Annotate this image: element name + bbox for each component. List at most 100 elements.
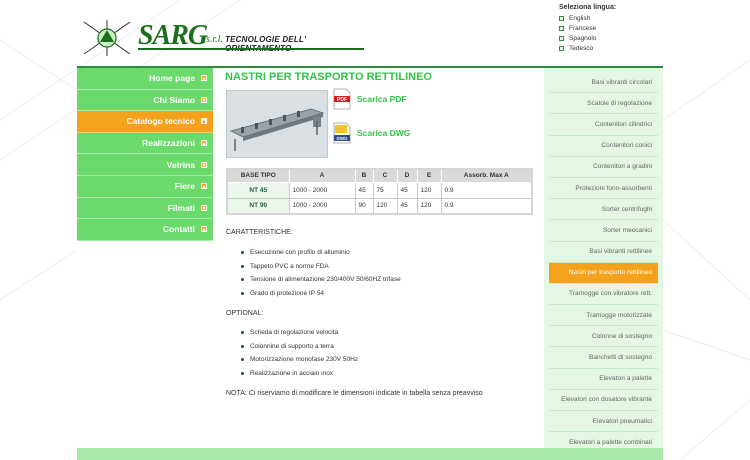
language-spanish[interactable]: Spagnolo [559, 33, 663, 43]
column-header: Assorb. Max A [440, 168, 533, 183]
sidebar-item-elevatori-pneumatici[interactable]: Elevatori pneumatici [549, 411, 658, 433]
download-pdf-label: Scarica PDF [357, 94, 407, 104]
sidebar-item-banchetti-di-sostegno[interactable]: Banchetti di sostegno [549, 347, 658, 369]
list-item: Tensione di alimentazione 230/400V 50/60… [241, 273, 401, 287]
page-title: NASTRI PER TRASPORTO RETTILINEO [225, 71, 432, 83]
nav-item-fiere[interactable]: Fiere [77, 175, 213, 198]
nav-label: Contatti [162, 224, 195, 235]
features-label: CARATTERISTICHE: [226, 229, 293, 236]
language-title: Seleziona lingua: [559, 4, 617, 11]
arrow-right-icon [201, 226, 207, 233]
download-pdf-link[interactable]: PDF Scarica PDF [333, 88, 407, 110]
site-header: SARG s.r.l. TECNOLOGIE DELL' ORIENTAMENT… [77, 0, 663, 66]
table-cell: 0.9 [440, 181, 533, 199]
list-item: Grado di protezione IP 54 [241, 287, 401, 301]
sidebar-item-contenitori-conici[interactable]: Contenitori conici [549, 136, 658, 157]
features-list: Esecuzione con profilo di alluminio Tapp… [241, 246, 401, 300]
svg-text:DWG: DWG [337, 136, 348, 141]
table-cell: 45 [354, 181, 374, 199]
arrow-right-icon [201, 140, 207, 147]
product-image [226, 90, 328, 158]
table-cell: NT 45 [226, 181, 290, 199]
nav-label: Catalogo tecnico [126, 116, 195, 127]
specifications-table: BASE TIPO A B C D E Assorb. Max A NT 45 … [226, 168, 533, 215]
sidebar-item-elevatori-con-dosatore[interactable]: Elevatori con dosatore vibrante [549, 390, 658, 411]
bullet-icon [559, 15, 564, 21]
arrow-right-icon [201, 118, 207, 125]
table-cell: 45 [396, 181, 418, 199]
nav-label: Vetrina [166, 159, 195, 170]
company-logo[interactable]: SARG s.r.l. TECNOLOGIE DELL' ORIENTAMENT… [82, 18, 372, 58]
nav-label: Fiere [174, 181, 195, 192]
brand-suffix: s.r.l. [206, 34, 223, 45]
table-cell: 75 [372, 181, 398, 199]
nav-item-filmati[interactable]: Filmati [77, 197, 213, 220]
nav-item-realizzazioni[interactable]: Realizzazioni [77, 132, 213, 155]
table-row: NT 45 1000 - 2000 45 75 45 120 0.9 [226, 181, 533, 199]
sidebar-item-colonne-di-sostegno[interactable]: Colonne di sostegno [549, 326, 658, 348]
nav-item-contatti[interactable]: Contatti [77, 219, 213, 241]
download-dwg-label: Scarica DWG [357, 128, 411, 138]
sidebar-item-sorter-meccanici[interactable]: Sorter meccanici [549, 220, 658, 242]
catalog-sidebar: Basi vibranti circolari Scatole di regol… [544, 68, 663, 454]
column-header: E [416, 168, 442, 183]
sidebar-item-tramogge-con-vibratore[interactable]: Tramogge con vibratore rett. [549, 284, 658, 306]
language-french[interactable]: Francese [559, 23, 663, 33]
main-navigation: Home page Chi Siamo Catalogo tecnico Rea… [77, 68, 213, 241]
bullet-icon [559, 35, 564, 41]
list-item: Tappeto PVC a norme FDA [241, 260, 401, 274]
table-cell: NT 90 [226, 197, 290, 215]
nav-item-chi-siamo[interactable]: Chi Siamo [77, 89, 213, 112]
arrow-right-icon [201, 161, 207, 168]
table-cell: 120 [416, 197, 442, 215]
arrow-right-icon [201, 96, 207, 103]
language-label: Francese [569, 24, 597, 32]
sidebar-item-tramogge-motorizzate[interactable]: Tramogge motorizzate [549, 305, 658, 327]
optional-label: OPTIONAL: [226, 310, 264, 317]
sidebar-item-protezioni-fono-assorbenti[interactable]: Protezioni fono-assorbenti [549, 178, 658, 200]
sidebar-item-basi-vibranti-rettilinee[interactable]: Basi vibranti rettilinee [549, 242, 658, 263]
table-cell: 120 [372, 197, 398, 215]
arrow-right-icon [201, 75, 207, 82]
download-dwg-link[interactable]: DWG Scarica DWG [333, 122, 410, 144]
bullet-icon [559, 45, 564, 51]
column-header: BASE TIPO [226, 168, 290, 183]
table-cell: 1000 - 2000 [288, 197, 356, 215]
column-header: D [396, 168, 418, 183]
svg-text:PDF: PDF [337, 97, 347, 103]
arrow-right-icon [201, 204, 207, 211]
column-header: A [288, 168, 356, 183]
nav-item-vetrina[interactable]: Vetrina [77, 154, 213, 176]
language-english[interactable]: English [559, 13, 663, 23]
nav-item-home[interactable]: Home page [77, 68, 213, 90]
list-item: Scheda di regolazione velocità [241, 326, 358, 340]
logo-emblem-icon [83, 20, 131, 56]
sidebar-item-contenitori-a-gradini[interactable]: Contenitori a gradini [549, 157, 658, 178]
language-selector: Seleziona lingua: English Francese Spagn… [559, 4, 663, 53]
nav-label: Filmati [167, 202, 195, 213]
arrow-right-icon [201, 183, 207, 190]
main-content: NASTRI PER TRASPORTO RETTILINEO PDF Scar… [225, 68, 540, 397]
column-header: B [354, 168, 374, 183]
table-cell: 0.9 [440, 197, 533, 215]
sidebar-item-basi-vibranti-circolari[interactable]: Basi vibranti circolari [549, 72, 658, 94]
table-header-row: BASE TIPO A B C D E Assorb. Max A [226, 168, 533, 183]
nav-label: Home page [149, 73, 195, 84]
column-header: C [372, 168, 398, 183]
nav-label: Realizzazioni [142, 138, 195, 149]
sidebar-item-sorter-centrifughi[interactable]: Sorter centrifughi [549, 199, 658, 221]
list-item: Colonnine di supporto a terra [241, 340, 358, 354]
sidebar-item-nastri-per-trasporto-rettilineo[interactable]: Nastri per trasporto rettilineo [549, 262, 658, 284]
language-label: Spagnolo [569, 34, 597, 42]
sidebar-item-scatole-di-regolazione[interactable]: Scatole di regolazione [549, 93, 658, 115]
sidebar-item-contenitori-cilindrici[interactable]: Contenitori cilindrici [549, 114, 658, 136]
page-footer [77, 448, 663, 460]
nav-item-catalogo-tecnico[interactable]: Catalogo tecnico [77, 111, 213, 133]
language-german[interactable]: Tedesco [559, 43, 663, 53]
bullet-icon [559, 25, 564, 31]
list-item: Motorizzazione monofase 230V 50Hz [241, 353, 358, 367]
logo-underline [138, 48, 364, 50]
disclaimer-note: NOTA: Ci riserviamo di modificare le dim… [226, 390, 483, 397]
sidebar-item-elevatori-a-palette[interactable]: Elevatori a palette [549, 369, 658, 390]
brand-tagline: TECNOLOGIE DELL' ORIENTAMENTO [225, 35, 307, 53]
